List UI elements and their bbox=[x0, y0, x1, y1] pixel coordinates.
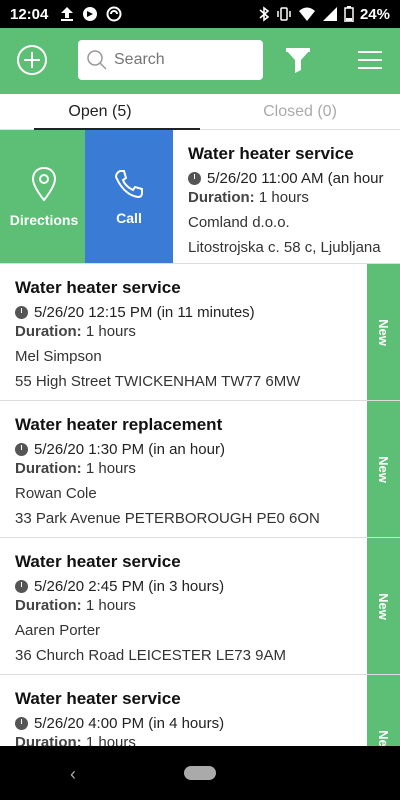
sync-icon bbox=[106, 6, 122, 22]
status-badge: New bbox=[367, 401, 400, 537]
job-card: Water heater service 5/26/20 11:00 AM (a… bbox=[188, 130, 384, 256]
battery-percent: 24% bbox=[359, 5, 390, 23]
job-row[interactable]: Water heater service 5/26/20 12:15 PM (i… bbox=[0, 264, 400, 401]
job-title: Water heater replacement bbox=[15, 415, 223, 434]
status-label: New bbox=[375, 729, 391, 746]
duration-label: Duration: bbox=[188, 189, 255, 206]
job-duration: 1 hours bbox=[85, 597, 136, 614]
job-list[interactable]: Directions Call Water heater service 5/2… bbox=[0, 130, 400, 746]
search-input[interactable] bbox=[114, 51, 244, 69]
clock-icon bbox=[15, 580, 28, 593]
job-row[interactable]: Water heater service 5/26/20 2:45 PM (in… bbox=[0, 538, 400, 675]
duration-label: Duration: bbox=[15, 597, 82, 614]
job-card: Water heater service 5/26/20 12:15 PM (i… bbox=[15, 264, 300, 390]
job-row[interactable]: Directions Call Water heater service 5/2… bbox=[0, 130, 400, 264]
clock-icon bbox=[188, 172, 201, 185]
job-duration: 1 hours bbox=[258, 189, 309, 206]
tab-bar: Open (5) Closed (0) bbox=[0, 94, 400, 130]
job-row[interactable]: Water heater replacement 5/26/20 1:30 PM… bbox=[0, 401, 400, 538]
status-badge: New bbox=[367, 264, 400, 400]
system-nav-bar: ‹ bbox=[0, 746, 400, 800]
job-customer: Aaren Porter bbox=[15, 622, 101, 639]
job-address: 55 High Street TWICKENHAM TW77 6MW bbox=[15, 373, 301, 390]
clock-icon bbox=[15, 306, 28, 319]
home-pill-icon[interactable] bbox=[184, 766, 216, 780]
job-time: 5/26/20 2:45 PM (in 3 hours) bbox=[34, 578, 225, 595]
job-row[interactable]: Water heater service 5/26/20 4:00 PM (in… bbox=[0, 675, 400, 746]
upload-icon bbox=[61, 7, 74, 21]
phone-icon bbox=[114, 169, 143, 198]
duration-label: Duration: bbox=[15, 323, 82, 340]
job-card: Water heater service 5/26/20 2:45 PM (in… bbox=[15, 538, 286, 664]
job-time: 5/26/20 11:00 AM (an hour bbox=[207, 170, 384, 187]
signal-icon bbox=[322, 7, 337, 21]
clock-icon bbox=[15, 443, 28, 456]
job-card: Water heater replacement 5/26/20 1:30 PM… bbox=[15, 401, 320, 527]
status-bar: 12:04 24% bbox=[0, 0, 400, 28]
duration-label: Duration: bbox=[15, 460, 82, 477]
bluetooth-icon bbox=[259, 6, 270, 22]
job-title: Water heater service bbox=[188, 144, 354, 163]
duration-label: Duration: bbox=[15, 734, 82, 746]
job-customer: Mel Simpson bbox=[15, 348, 102, 365]
status-badge: New bbox=[367, 538, 400, 674]
status-label: New bbox=[375, 455, 391, 483]
directions-label: Directions bbox=[9, 211, 79, 228]
vibrate-icon bbox=[277, 7, 291, 21]
job-customer: Comland d.o.o. bbox=[188, 214, 290, 231]
battery-icon bbox=[344, 6, 354, 22]
job-title: Water heater service bbox=[15, 552, 181, 571]
status-badge: New bbox=[367, 675, 400, 746]
status-label: New bbox=[375, 592, 391, 620]
status-label: New bbox=[375, 318, 391, 346]
clock-icon bbox=[15, 717, 28, 730]
add-icon[interactable] bbox=[16, 44, 48, 76]
call-label: Call bbox=[116, 209, 142, 226]
wifi-icon bbox=[298, 7, 315, 21]
search-icon bbox=[87, 50, 107, 70]
call-button[interactable]: Call bbox=[85, 130, 173, 263]
job-address: 36 Church Road LEICESTER LE73 9AM bbox=[15, 647, 286, 664]
job-duration: 1 hours bbox=[85, 460, 136, 477]
location-pin-icon bbox=[31, 166, 57, 202]
search-box[interactable] bbox=[78, 40, 263, 80]
menu-icon[interactable] bbox=[358, 50, 382, 70]
job-duration: 1 hours bbox=[85, 734, 136, 746]
job-time: 5/26/20 1:30 PM (in an hour) bbox=[34, 441, 225, 458]
job-title: Water heater service bbox=[15, 689, 181, 708]
job-address: Litostrojska c. 58 c, Ljubljana bbox=[188, 239, 381, 256]
filter-icon[interactable] bbox=[284, 46, 312, 74]
job-duration: 1 hours bbox=[85, 323, 136, 340]
app-bar bbox=[0, 28, 400, 94]
tab-open[interactable]: Open (5) bbox=[0, 94, 200, 130]
job-customer: Rowan Cole bbox=[15, 485, 97, 502]
job-card: Water heater service 5/26/20 4:00 PM (in… bbox=[15, 675, 224, 746]
directions-button[interactable]: Directions bbox=[0, 130, 88, 263]
job-time: 5/26/20 4:00 PM (in 4 hours) bbox=[34, 715, 225, 732]
job-address: 33 Park Avenue PETERBOROUGH PE0 6ON bbox=[15, 510, 320, 527]
back-icon[interactable]: ‹ bbox=[70, 764, 76, 785]
tab-closed[interactable]: Closed (0) bbox=[200, 94, 400, 129]
app-notification-icon bbox=[83, 7, 98, 21]
status-time: 12:04 bbox=[10, 5, 49, 23]
job-time: 5/26/20 12:15 PM (in 11 minutes) bbox=[34, 304, 255, 321]
job-title: Water heater service bbox=[15, 278, 181, 297]
